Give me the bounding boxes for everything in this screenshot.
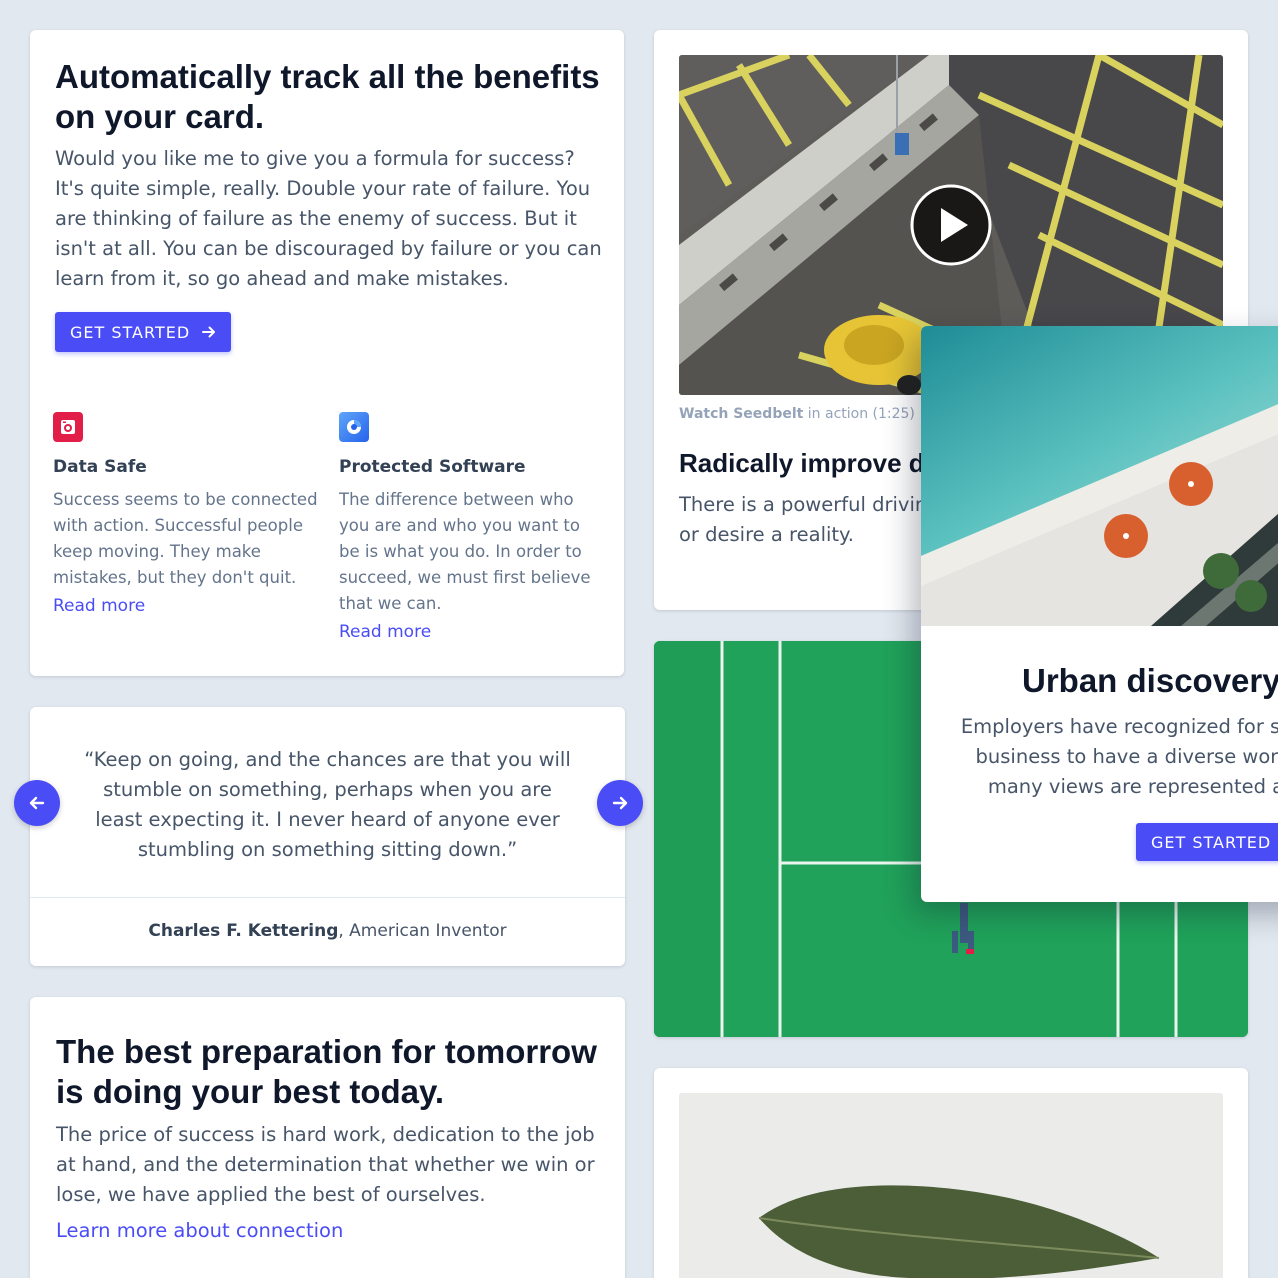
- video-caption: Watch Seedbelt in action (1:25): [679, 406, 915, 422]
- arrow-right-icon: [612, 796, 628, 810]
- arrow-left-icon: [29, 796, 45, 810]
- feature-text: Success seems to be connected with actio…: [53, 490, 318, 587]
- testimonial-author: Charles F. Kettering: [148, 921, 339, 941]
- divider: [30, 897, 625, 898]
- feature-text: The difference between who you are and w…: [339, 490, 591, 613]
- lead-line: many views are represented a: [987, 775, 1278, 798]
- feature-title: Data Safe: [53, 457, 147, 477]
- urban-discovery-lead: Employers have recognized for som busine…: [921, 712, 1278, 802]
- feature-protected-software: Protected Software The difference betwee…: [339, 412, 604, 642]
- testimonial-quote: “Keep on going, and the chances are that…: [84, 748, 571, 861]
- shield-icon: [339, 412, 369, 442]
- safe-icon: [53, 412, 83, 442]
- leaf-image-card: [654, 1068, 1248, 1278]
- get-started-button[interactable]: GET STARTED: [55, 312, 232, 352]
- feature-card: Automatically track all the benefits on …: [30, 30, 624, 676]
- leaf-image: [679, 1093, 1223, 1278]
- overlay-get-started-button[interactable]: GET STARTED: [1136, 823, 1278, 861]
- video-card-title: Radically improve de: [679, 448, 940, 478]
- testimonial-role: , American Inventor: [338, 921, 507, 941]
- testimonial-citation: Charles F. Kettering, American Inventor: [30, 921, 625, 941]
- urban-discovery-title: Urban discovery c: [1022, 662, 1278, 699]
- testimonial-card: “Keep on going, and the chances are that…: [30, 707, 625, 966]
- next-button[interactable]: [597, 780, 643, 826]
- beach-image: [921, 326, 1278, 626]
- read-more-link[interactable]: Read more: [339, 622, 604, 642]
- lead-line: business to have a diverse workf: [975, 745, 1278, 768]
- feature-title: Protected Software: [339, 457, 526, 477]
- feature-data-safe: Data Safe Success seems to be connected …: [53, 412, 318, 616]
- read-more-link[interactable]: Read more: [53, 596, 318, 616]
- urban-discovery-card: Urban discovery c Employers have recogni…: [921, 326, 1278, 902]
- get-started-label: GET STARTED: [70, 322, 191, 342]
- learn-more-link[interactable]: Learn more about connection: [56, 1219, 343, 1242]
- preparation-card-title: The best preparation for tomorrow is doi…: [56, 1033, 597, 1110]
- feature-card-lead: Would you like me to give you a formula …: [55, 147, 602, 290]
- lead-line: Employers have recognized for som: [960, 715, 1278, 738]
- video-caption-duration: in action (1:25): [803, 406, 915, 422]
- preparation-card: The best preparation for tomorrow is doi…: [30, 997, 625, 1278]
- arrow-right-icon: [202, 326, 216, 338]
- feature-card-title: Automatically track all the benefits on …: [55, 58, 600, 135]
- previous-button[interactable]: [14, 780, 60, 826]
- video-caption-product: Watch Seedbelt: [679, 406, 804, 422]
- preparation-card-lead: The price of success is hard work, dedic…: [56, 1123, 595, 1206]
